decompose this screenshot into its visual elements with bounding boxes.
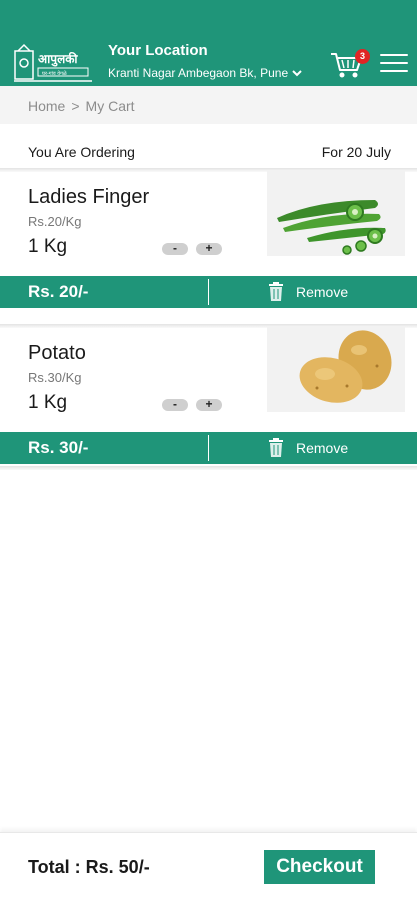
bar-divider (208, 435, 209, 461)
delivery-date: For 20 July (321, 144, 391, 160)
svg-text:आपुलकी: आपुलकी (38, 52, 78, 67)
increment-button[interactable]: + (196, 398, 222, 411)
location-selector[interactable]: Kranti Nagar Ambegaon Bk, Pune (108, 66, 302, 80)
ordering-label: You Are Ordering (28, 144, 135, 160)
cart-count-badge: 3 (355, 49, 370, 64)
breadcrumb: Home > My Cart (0, 86, 417, 124)
divider (0, 466, 417, 470)
item-unit-price: Rs.30/Kg (28, 370, 82, 385)
okra-image (267, 170, 405, 256)
potato-image (267, 326, 405, 412)
breadcrumb-separator: > (71, 98, 80, 114)
remove-button[interactable]: Remove (268, 282, 348, 302)
bar-divider (208, 279, 209, 305)
cart-item: Potato Rs.30/Kg 1 Kg - + Rs. 30/- Remove (0, 326, 417, 482)
decrement-button[interactable]: - (162, 398, 188, 411)
trash-icon (269, 282, 283, 301)
hamburger-menu-icon[interactable] (380, 54, 408, 76)
item-quantity: 1 Kg (28, 392, 68, 413)
remove-button[interactable]: Remove (268, 438, 348, 458)
item-total-bar: Rs. 30/- Remove (0, 432, 417, 464)
item-name: Potato (28, 342, 86, 364)
breadcrumb-home[interactable]: Home (28, 98, 65, 114)
location-title: Your Location (108, 42, 208, 59)
app-logo[interactable]: आपुलकी घर-गांव वेगळे (14, 43, 92, 83)
item-total-bar: Rs. 20/- Remove (0, 276, 417, 308)
decrement-button[interactable]: - (162, 242, 188, 255)
item-total: Rs. 20/- (28, 282, 89, 301)
ordering-row: You Are Ordering For 20 July (0, 124, 417, 170)
cart-item: Ladies Finger Rs.20/Kg 1 Kg - + Rs. 20/-… (0, 170, 417, 326)
cart-total: Total : Rs. 50/- (28, 857, 150, 877)
remove-label: Remove (296, 284, 349, 300)
increment-button[interactable]: + (196, 242, 222, 255)
svg-text:घर-गांव वेगळे: घर-गांव वेगळे (42, 70, 67, 77)
item-total: Rs. 30/- (28, 438, 89, 457)
location-value: Kranti Nagar Ambegaon Bk, Pune (108, 66, 289, 80)
app-header: आपुलकी घर-गांव वेगळे Your Location Krant… (0, 0, 417, 86)
breadcrumb-current: My Cart (85, 98, 135, 114)
remove-label: Remove (296, 440, 349, 456)
item-unit-price: Rs.20/Kg (28, 214, 82, 229)
item-quantity: 1 Kg (28, 236, 68, 257)
trash-icon (269, 438, 283, 457)
checkout-button[interactable]: Checkout (264, 850, 375, 884)
chevron-down-icon (292, 70, 302, 77)
cart-footer: Total : Rs. 50/- Checkout (0, 832, 417, 900)
item-name: Ladies Finger (28, 186, 150, 208)
